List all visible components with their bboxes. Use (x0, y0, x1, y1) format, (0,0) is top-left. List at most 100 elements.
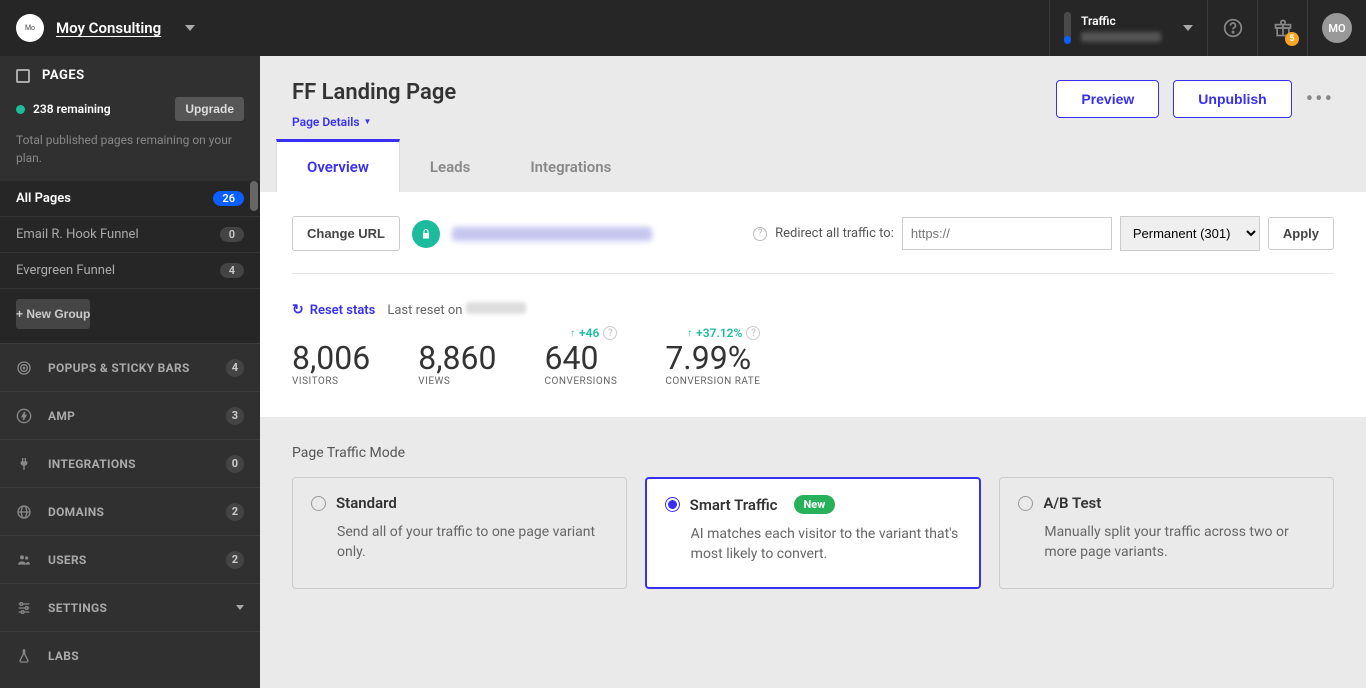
page-url-blurred[interactable] (452, 227, 652, 241)
pages-header[interactable]: PAGES (0, 56, 260, 91)
stat-value: 8,860 (418, 342, 496, 374)
page-count-badge: 26 (213, 191, 244, 206)
gift-badge: 5 (1285, 32, 1299, 46)
tab-integrations[interactable]: Integrations (500, 142, 641, 192)
topbar-right: Traffic 5 MO (1049, 0, 1352, 56)
mode-grid: Standard Send all of your traffic to one… (292, 477, 1334, 589)
globe-icon (16, 504, 32, 520)
nav-badge: 3 (226, 407, 244, 425)
mode-desc: Manually split your traffic across two o… (1018, 522, 1315, 563)
stat-conversion-rate: ↑ +37.12% ? 7.99% CONVERSION RATE (665, 324, 760, 387)
page-details-link[interactable]: Page Details ▼ (292, 115, 371, 129)
traffic-mode-title: Page Traffic Mode (292, 445, 1334, 461)
help-icon[interactable]: ? (746, 326, 760, 340)
arrow-up-icon: ↑ (687, 328, 692, 339)
preview-button[interactable]: Preview (1056, 80, 1159, 118)
nav-badge: 2 (226, 503, 244, 521)
nav-label: LABS (48, 649, 244, 663)
sliders-icon (16, 600, 32, 616)
help-icon[interactable]: ? (603, 326, 617, 340)
more-menu-button[interactable]: ••• (1306, 87, 1334, 112)
sidebar-page-evergreen[interactable]: Evergreen Funnel 4 (0, 253, 260, 289)
stat-value: 7.99% (665, 342, 760, 374)
topbar: Mo Moy Consulting Traffic 5 MO (0, 0, 1366, 56)
company-name: Moy Consulting (56, 19, 161, 37)
remaining-row: 238 remaining Upgrade (0, 91, 260, 127)
tab-leads[interactable]: Leads (400, 142, 500, 192)
stat-value: 8,006 (292, 342, 370, 374)
radio-icon (311, 496, 326, 511)
nav-label: USERS (48, 553, 210, 567)
change-url-button[interactable]: Change URL (292, 216, 400, 251)
header-actions: Preview Unpublish ••• (1056, 80, 1334, 118)
chevron-down-icon: ▼ (364, 117, 372, 126)
help-icon[interactable]: ? (753, 227, 767, 241)
mode-ab-test[interactable]: A/B Test Manually split your traffic acr… (999, 477, 1334, 589)
mode-title: Smart Traffic (690, 496, 778, 514)
nav-labs[interactable]: LABS (0, 631, 260, 679)
nav-badge: 0 (226, 455, 244, 473)
tabs: Overview Leads Integrations (260, 142, 1366, 192)
reset-date-blurred (466, 302, 526, 314)
stat-label: CONVERSIONS (544, 376, 617, 387)
nav-users[interactable]: USERS 2 (0, 535, 260, 583)
help-button[interactable] (1208, 0, 1258, 56)
nav-badge: 2 (226, 551, 244, 569)
lock-icon (412, 220, 440, 248)
page-title: FF Landing Page (292, 80, 456, 105)
target-icon (16, 360, 32, 376)
sidebar-page-email-hook[interactable]: Email R. Hook Funnel 0 (0, 217, 260, 253)
page-item-label: Evergreen Funnel (16, 263, 220, 278)
page-item-label: Email R. Hook Funnel (16, 227, 220, 242)
nav-domains[interactable]: DOMAINS 2 (0, 487, 260, 535)
tab-overview[interactable]: Overview (276, 139, 400, 192)
nav-label: DOMAINS (48, 505, 210, 519)
mode-desc: AI matches each visitor to the variant t… (665, 524, 962, 565)
chevron-down-icon (1183, 25, 1193, 31)
nav-label: INTEGRATIONS (48, 457, 210, 471)
page-header: FF Landing Page Page Details ▼ Preview U… (260, 56, 1366, 130)
company-logo-icon: Mo (16, 14, 44, 42)
traffic-text: Traffic (1081, 14, 1161, 42)
sidebar-page-all[interactable]: All Pages 26 (0, 181, 260, 217)
nav-integrations[interactable]: INTEGRATIONS 0 (0, 439, 260, 487)
last-reset-text: Last reset on (387, 302, 525, 318)
stat-label: VIEWS (418, 376, 496, 387)
apply-button[interactable]: Apply (1268, 217, 1334, 250)
plug-icon (16, 456, 32, 472)
avatar[interactable]: MO (1322, 13, 1352, 43)
users-icon (16, 552, 32, 568)
mode-standard[interactable]: Standard Send all of your traffic to one… (292, 477, 627, 589)
upgrade-button[interactable]: Upgrade (175, 97, 244, 121)
mode-smart-traffic[interactable]: Smart Traffic New AI matches each visito… (645, 477, 982, 589)
stat-value: 640 (544, 342, 617, 374)
company-selector[interactable]: Mo Moy Consulting (16, 14, 195, 42)
pages-header-label: PAGES (42, 68, 85, 83)
traffic-meter-icon (1064, 12, 1071, 44)
new-badge: New (794, 495, 836, 514)
status-dot-icon (16, 105, 25, 114)
redirect-url-input[interactable] (902, 217, 1112, 250)
new-group-button[interactable]: + New Group (16, 299, 90, 329)
page-list: All Pages 26 Email R. Hook Funnel 0 Ever… (0, 181, 260, 343)
gift-button[interactable]: 5 (1258, 0, 1308, 56)
pages-icon (16, 69, 30, 83)
mode-title: Standard (336, 494, 397, 512)
mode-title: A/B Test (1043, 494, 1101, 512)
refresh-icon: ↻ (292, 302, 304, 318)
mode-desc: Send all of your traffic to one page var… (311, 522, 608, 563)
reset-stats-link[interactable]: ↻ Reset stats (292, 302, 375, 318)
traffic-dropdown[interactable]: Traffic (1049, 0, 1208, 56)
page-item-label: All Pages (16, 191, 213, 206)
main-content: FF Landing Page Page Details ▼ Preview U… (260, 56, 1366, 688)
radio-icon (1018, 496, 1033, 511)
nav-badge: 4 (226, 359, 244, 377)
nav-settings[interactable]: SETTINGS (0, 583, 260, 631)
scrollbar-thumb[interactable] (250, 181, 258, 211)
nav-amp[interactable]: AMP 3 (0, 391, 260, 439)
traffic-count-blurred (1081, 32, 1161, 42)
remaining-text: 238 remaining (33, 102, 167, 116)
nav-popups[interactable]: POPUPS & STICKY BARS 4 (0, 343, 260, 391)
redirect-type-select[interactable]: Permanent (301) (1120, 216, 1260, 251)
unpublish-button[interactable]: Unpublish (1173, 80, 1291, 118)
